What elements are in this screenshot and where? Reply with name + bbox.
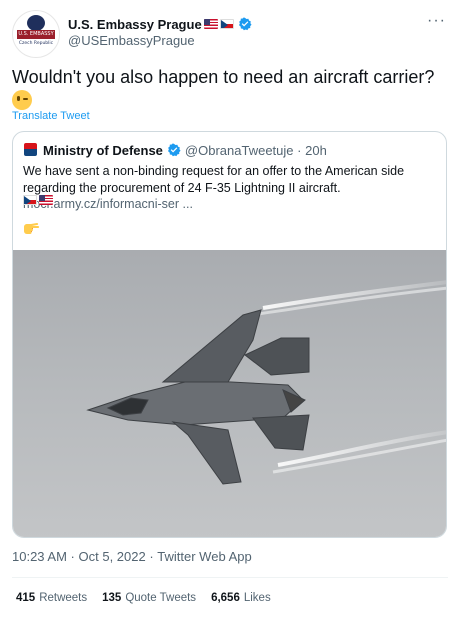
tweet-date[interactable]: Oct 5, 2022: [79, 549, 146, 564]
flag-us-icon: [203, 19, 218, 29]
f-35-jet-illustration: [86, 280, 446, 485]
quoted-author-handle: @ObranaTweetuje: [184, 142, 294, 158]
tweet-body: Wouldn't you also happen to need an airc…: [12, 67, 435, 87]
verified-badge-icon: [167, 143, 181, 157]
flag-cz-icon: [219, 19, 234, 29]
retweets-label: Retweets: [39, 592, 88, 604]
meta-separator: ·: [66, 549, 79, 564]
more-options-icon[interactable]: ···: [427, 13, 446, 29]
likes-count: 6,656: [211, 592, 240, 604]
meta-separator: ·: [145, 549, 158, 564]
verified-badge-icon: [238, 17, 252, 31]
likes-stat[interactable]: 6,656 Likes: [211, 592, 271, 604]
translate-tweet-link[interactable]: Translate Tweet: [12, 110, 90, 122]
f-35-jet-photo[interactable]: [13, 250, 446, 537]
quotes-label: Quote Tweets: [125, 592, 197, 604]
retweets-count: 415: [16, 592, 36, 604]
retweets-stat[interactable]: 415 Retweets: [16, 592, 87, 604]
divider: [12, 577, 448, 578]
embassy-seal-icon: [27, 15, 45, 31]
tweet-text: Wouldn't you also happen to need an airc…: [12, 65, 452, 113]
quoted-time: 20h: [305, 142, 327, 158]
tweet-source[interactable]: Twitter Web App: [157, 549, 251, 564]
quote-tweets-stat[interactable]: 135 Quote Tweets: [102, 592, 196, 604]
avatar-subtitle: Czech Republic: [18, 41, 54, 46]
quoted-flags: [23, 195, 55, 205]
quoted-separator: ·: [297, 142, 302, 158]
author-avatar[interactable]: U.S. EMBASSY Czech Republic: [12, 10, 60, 58]
vapor-trail-upper-2: [257, 286, 446, 316]
tweet-stats: 415 Retweets 135 Quote Tweets 6,656 Like…: [16, 592, 286, 604]
quoted-body: We have sent a non-binding request for a…: [23, 164, 405, 195]
author-name-line: U.S. Embassy Prague: [68, 15, 252, 33]
flag-cz-icon: [23, 195, 37, 205]
ministry-avatar: [24, 143, 37, 156]
author-name[interactable]: U.S. Embassy Prague: [68, 17, 202, 32]
tweet-meta: 10:23 AM · Oct 5, 2022 · Twitter Web App: [12, 549, 252, 564]
flag-us-icon: [39, 195, 53, 205]
backhand-index-pointing-right-icon: [24, 223, 40, 234]
avatar-banner: U.S. EMBASSY: [17, 30, 55, 39]
vapor-trail-upper: [262, 280, 446, 310]
tweet-time[interactable]: 10:23 AM: [12, 549, 67, 564]
quoted-text: We have sent a non-binding request for a…: [23, 163, 441, 213]
f-35-jet-body: [86, 309, 310, 485]
quoted-tweet[interactable]: Ministry of Defense @ObranaTweetuje · 20…: [12, 131, 447, 538]
likes-label: Likes: [243, 592, 271, 604]
quotes-count: 135: [102, 592, 122, 604]
quoted-author-name: Ministry of Defense: [43, 142, 163, 158]
quoted-header: Ministry of Defense @ObranaTweetuje · 20…: [43, 142, 327, 158]
tweet-card: U.S. EMBASSY Czech Republic U.S. Embassy…: [0, 0, 460, 619]
author-handle[interactable]: @USEmbassyPrague: [68, 33, 195, 48]
winking-face-icon: [12, 90, 32, 110]
